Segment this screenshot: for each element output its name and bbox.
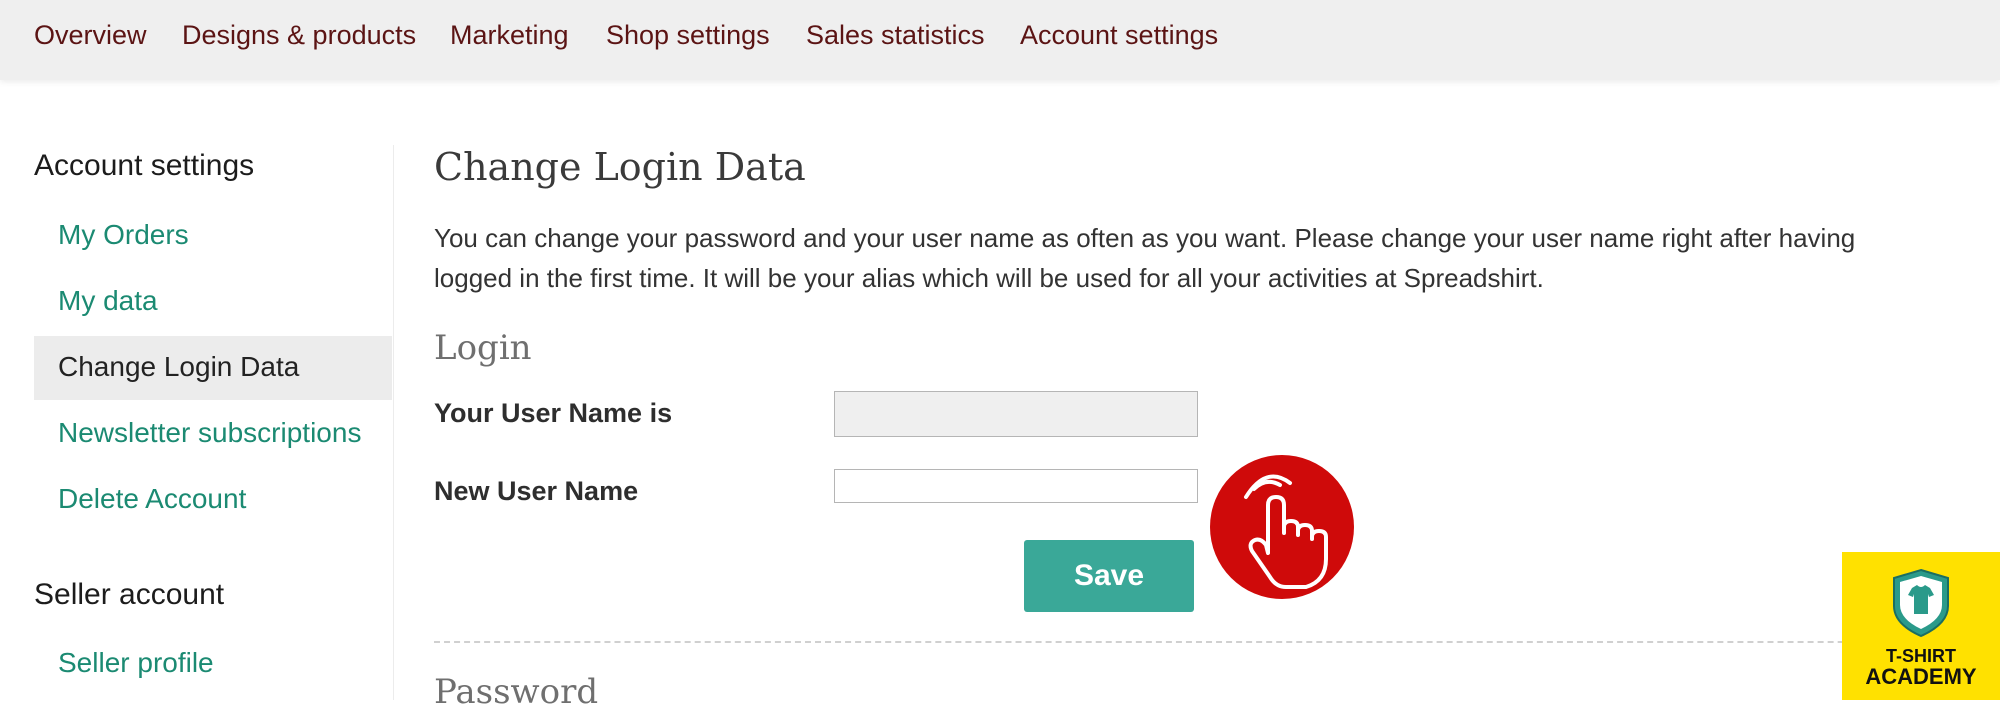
sidebar-item-label: Newsletter subscriptions bbox=[58, 417, 362, 448]
intro-line-2: logged in the first time. It will be you… bbox=[434, 263, 1544, 293]
page-title: Change Login Data bbox=[434, 145, 806, 189]
username-label: Your User Name is bbox=[434, 398, 673, 428]
top-navigation: Overview Designs & products Marketing Sh… bbox=[0, 0, 2000, 80]
sidebar-heading-seller: Seller account bbox=[34, 578, 225, 611]
new-username-field[interactable] bbox=[834, 469, 1198, 503]
nav-sales-statistics[interactable]: Sales statistics bbox=[806, 20, 985, 51]
section-separator bbox=[434, 641, 1974, 643]
new-username-label: New User Name bbox=[434, 476, 639, 506]
tap-indicator bbox=[1210, 455, 1354, 599]
tshirt-shield-icon bbox=[1893, 568, 1949, 638]
sidebar-item-my-orders[interactable]: My Orders bbox=[34, 204, 392, 268]
sidebar-item-label: My data bbox=[58, 285, 158, 316]
sidebar-item-label: Seller profile bbox=[58, 647, 214, 678]
intro-line-1: You can change your password and your us… bbox=[434, 223, 1856, 253]
save-button[interactable]: Save bbox=[1024, 540, 1194, 612]
hand-pointer-icon bbox=[1244, 474, 1328, 589]
sidebar-item-newsletter-subscriptions[interactable]: Newsletter subscriptions bbox=[34, 402, 392, 466]
badge-line-2: ACADEMY bbox=[1865, 664, 1977, 689]
sidebar-item-delete-account[interactable]: Delete Account bbox=[34, 468, 392, 532]
nav-account-settings[interactable]: Account settings bbox=[1020, 20, 1218, 51]
password-section-title: Password bbox=[434, 672, 599, 712]
sidebar-heading-account: Account settings bbox=[34, 149, 255, 182]
sidebar-divider bbox=[393, 145, 394, 700]
nav-marketing[interactable]: Marketing bbox=[450, 20, 569, 51]
sidebar-item-label: My Orders bbox=[58, 219, 189, 250]
sidebar-item-seller-profile[interactable]: Seller profile bbox=[34, 632, 392, 696]
nav-designs-products[interactable]: Designs & products bbox=[182, 20, 416, 51]
sidebar-item-label: Change Login Data bbox=[58, 351, 300, 382]
sidebar-item-change-login-data[interactable]: Change Login Data bbox=[34, 336, 392, 400]
tshirt-academy-badge: T-SHIRT ACADEMY bbox=[1842, 552, 2000, 700]
nav-shop-settings[interactable]: Shop settings bbox=[606, 20, 770, 51]
nav-overview[interactable]: Overview bbox=[34, 20, 147, 51]
login-section-title: Login bbox=[434, 328, 532, 368]
sidebar-item-label: Delete Account bbox=[58, 483, 247, 514]
intro-text: You can change your password and your us… bbox=[434, 218, 1994, 298]
sidebar-item-my-data[interactable]: My data bbox=[34, 270, 392, 334]
username-field bbox=[834, 391, 1198, 437]
